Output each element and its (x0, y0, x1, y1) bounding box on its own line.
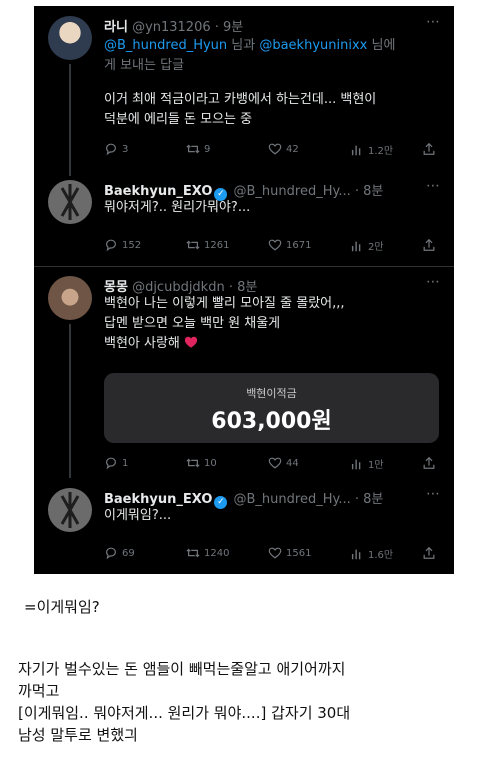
avatar[interactable] (48, 180, 92, 224)
exo-logo-icon (60, 184, 80, 220)
author-handle-time: @djcubdjdkdn · 8분 (132, 280, 258, 295)
reply-context: @B_hundred_Hyun 님과 @baekhyuninixx 님에 게 보… (104, 38, 396, 73)
tweet-text: 이거 최애 적금이라고 카뱅에서 하는건데... 백현이 덕분에 에리들 돈 모으… (104, 92, 377, 127)
retweet-icon (186, 240, 200, 250)
reply-button[interactable]: 3 (104, 142, 128, 156)
share-icon (423, 546, 435, 559)
tweet-thread-screenshot: 라니 @yn131206 · 9분 ⋯ @B_hundred_Hyun 님과 @… (34, 6, 454, 574)
like-button[interactable]: 42 (268, 142, 299, 156)
reply-icon (106, 239, 116, 252)
share-button[interactable] (422, 456, 436, 470)
like-button[interactable]: 1671 (268, 238, 311, 252)
retweet-icon (186, 548, 200, 558)
share-icon (423, 142, 435, 155)
tweet-1[interactable]: 라니 @yn131206 · 9분 ⋯ @B_hundred_Hyun 님과 @… (34, 6, 454, 176)
author-handle-time: @B_hundred_Hy... · 8분 (233, 492, 384, 507)
views-icon (351, 459, 361, 469)
tweet-actions: 1 10 44 1만 (104, 456, 439, 474)
tweet-text: 뭐야저게?.. 원리가뭐야?... (104, 200, 251, 215)
avatar[interactable] (48, 16, 92, 60)
retweet-icon (186, 144, 200, 154)
avatar[interactable] (48, 276, 92, 320)
views-icon (351, 145, 361, 155)
like-button[interactable]: 1561 (268, 546, 311, 560)
card-label: 백현이적금 (246, 387, 297, 400)
card-amount: 603,000원 (211, 409, 332, 434)
thread-line (69, 324, 71, 478)
reply-button[interactable]: 69 (104, 546, 135, 560)
like-button[interactable]: 44 (268, 456, 299, 470)
avatar[interactable] (48, 488, 92, 532)
more-icon[interactable]: ⋯ (426, 178, 440, 194)
author-handle-time: @B_hundred_Hy... · 8분 (233, 184, 384, 199)
heart-emoji-icon (184, 336, 198, 348)
divider (34, 266, 454, 267)
thread-line (69, 64, 71, 176)
author-name[interactable]: 몽몽 (104, 280, 128, 295)
retweet-button[interactable]: 10 (186, 456, 217, 470)
savings-card[interactable]: 백현이적금 603,000원 (104, 373, 439, 443)
tweet-actions: 69 1240 1561 1.6만 (104, 546, 439, 564)
author-handle-time: @yn131206 · 9분 (132, 20, 244, 35)
reply-button[interactable]: 152 (104, 238, 141, 252)
more-icon[interactable]: ⋯ (426, 486, 440, 502)
tweet-text: 백현아 나는 이렇게 빨리 모아질 줄 몰랐어,,, 답멘 받으면 오늘 백만 … (104, 296, 345, 351)
more-icon[interactable]: ⋯ (426, 274, 440, 290)
share-icon (423, 238, 435, 251)
caption: =이게뭐임? (24, 598, 100, 616)
reply-icon (106, 457, 116, 470)
reply-icon (106, 547, 116, 560)
retweet-button[interactable]: 1240 (186, 546, 229, 560)
tweet-actions: 3 9 42 1.2만 (104, 142, 439, 160)
views-button[interactable]: 1만 (350, 456, 384, 471)
author-name[interactable]: 라니 (104, 20, 128, 35)
exo-logo-icon (60, 492, 80, 528)
author-name[interactable]: Baekhyun_EXO (104, 184, 212, 199)
tweet-3[interactable]: 몽몽 @djcubdjdkdn · 8분 ⋯ 백현아 나는 이렇게 빨리 모아질… (34, 268, 454, 478)
more-icon[interactable]: ⋯ (426, 14, 440, 30)
retweet-button[interactable]: 9 (186, 142, 210, 156)
views-button[interactable]: 1.2만 (350, 142, 393, 157)
like-icon (268, 239, 282, 251)
share-icon (423, 456, 435, 469)
retweet-icon (186, 458, 200, 468)
share-button[interactable] (422, 546, 436, 560)
reply-icon (106, 143, 116, 156)
author-name[interactable]: Baekhyun_EXO (104, 492, 212, 507)
like-icon (268, 547, 282, 559)
views-icon (351, 241, 361, 251)
commentary-text: 자기가 벌수있는 돈 앰들이 빼먹는줄알고 애기어까지 까먹고 [이게뭐임.. … (18, 660, 351, 744)
tweet-actions: 152 1261 1671 2만 (104, 238, 439, 256)
views-button[interactable]: 1.6만 (350, 546, 393, 561)
reply-button[interactable]: 1 (104, 456, 128, 470)
like-icon (268, 143, 282, 155)
like-icon (268, 457, 282, 469)
retweet-button[interactable]: 1261 (186, 238, 229, 252)
tweet-text: 이게뭐임?... (104, 508, 172, 523)
views-button[interactable]: 2만 (350, 238, 384, 253)
share-button[interactable] (422, 142, 436, 156)
tweet-2[interactable]: Baekhyun_EXO ✓ @B_hundred_Hy... · 8분 ⋯ 뭐야… (34, 176, 454, 261)
mention-link[interactable]: @baekhyuninixx (259, 38, 367, 53)
tweet-4[interactable]: Baekhyun_EXO ✓ @B_hundred_Hy... · 8분 ⋯ 이게… (34, 482, 454, 574)
mention-link[interactable]: @B_hundred_Hyun (104, 38, 227, 53)
share-button[interactable] (422, 238, 436, 252)
views-icon (351, 549, 361, 559)
